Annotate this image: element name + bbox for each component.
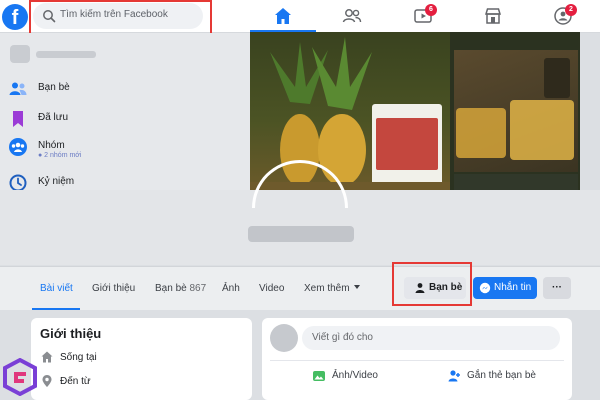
tag-friends-label: Gắn thẻ bạn bè [467, 370, 536, 381]
profile-name-blur [36, 51, 96, 58]
tab-more-label: Xem thêm [304, 283, 350, 294]
tab-friends-count: 867 [189, 283, 207, 294]
tab-photos[interactable]: Ảnh [222, 283, 240, 294]
intro-title: Giới thiệu [40, 326, 102, 341]
tab-active-underline [32, 308, 80, 310]
divider [270, 360, 564, 361]
photo-video-label: Ảnh/Video [332, 370, 378, 381]
profile-avatar-blur [10, 45, 30, 63]
home-icon[interactable] [272, 5, 294, 27]
location-pin-icon [42, 375, 52, 387]
intro-card: Giới thiệu Sống tại Đến từ [31, 318, 252, 400]
message-button-label: Nhắn tin [494, 282, 532, 293]
tab-friends-label: Bạn bè [155, 283, 187, 294]
tab-about[interactable]: Giới thiệu [92, 283, 135, 294]
tag-friends-icon [448, 370, 460, 382]
more-options-button[interactable]: ··· [543, 277, 571, 299]
watch-badge: 6 [425, 4, 437, 16]
tab-posts[interactable]: Bài viết [40, 283, 73, 294]
sidebar-item-label: Nhóm [38, 140, 65, 151]
friends-button-highlight-box [392, 262, 472, 306]
post-composer-input[interactable]: Viết gì đó cho [302, 326, 560, 350]
avatar [270, 324, 298, 352]
watermark-logo [3, 358, 37, 396]
tab-more[interactable]: Xem thêm [304, 283, 360, 294]
left-sidebar: Bạn bè Đã lưu Nhóm ● 2 nhóm mới Kỷ niệm [0, 33, 250, 203]
search-highlight-box [29, 0, 212, 37]
tab-friends[interactable]: Bạn bè 867 [155, 283, 206, 294]
home-icon [41, 351, 53, 363]
post-composer: Viết gì đó cho Ảnh/Video Gắn thẻ bạn bè [262, 318, 572, 400]
sidebar-item-label: Kỷ niệm [38, 176, 75, 187]
sidebar-item-sublabel: ● 2 nhóm mới [38, 152, 82, 159]
profile-name-blur [248, 226, 354, 242]
friends-icon [9, 82, 27, 95]
groups-badge: 2 [565, 4, 577, 16]
bookmark-icon [13, 111, 23, 127]
groups-icon [9, 138, 27, 156]
post-composer-placeholder: Viết gì đó cho [312, 332, 373, 343]
intro-row-label: Sống tại [60, 352, 97, 363]
intro-row-label: Đến từ [60, 376, 91, 387]
facebook-logo[interactable]: f [2, 4, 28, 30]
message-button[interactable]: Nhắn tin [473, 277, 537, 299]
fruit-trays-illustration [456, 58, 574, 160]
sidebar-item-label: Đã lưu [38, 112, 69, 123]
chevron-down-icon [353, 285, 360, 289]
cover-photo-bottom-strip [454, 174, 578, 190]
messenger-icon [479, 282, 491, 294]
marketplace-icon[interactable] [482, 5, 504, 27]
photo-icon [313, 371, 325, 381]
sidebar-item-label: Bạn bè [38, 82, 70, 93]
friends-icon[interactable] [341, 5, 363, 27]
tab-videos[interactable]: Video [259, 283, 284, 294]
